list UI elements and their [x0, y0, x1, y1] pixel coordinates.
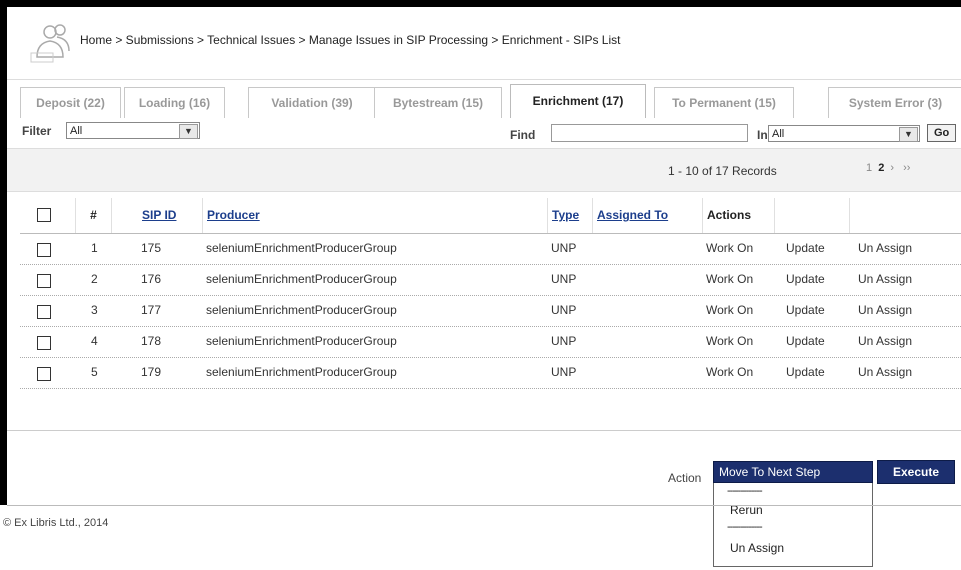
row-producer: seleniumEnrichmentProducerGroup	[206, 241, 397, 255]
filter-select-value: All	[70, 125, 83, 137]
records-bar	[7, 148, 961, 192]
tab-to-permanent[interactable]: To Permanent (15)	[654, 87, 794, 118]
row-number: 4	[91, 334, 98, 348]
users-icon	[30, 24, 70, 63]
option-unassign[interactable]: Un Assign	[730, 541, 784, 555]
col-sip-id[interactable]: SIP ID	[111, 198, 202, 233]
table-row: 3 177 seleniumEnrichmentProducerGroup UN…	[20, 296, 961, 327]
work-on-link[interactable]: Work On	[706, 334, 753, 348]
page-2-current: 2	[878, 162, 885, 174]
next-page-icon[interactable]: ›	[890, 162, 894, 174]
work-on-link[interactable]: Work On	[706, 272, 753, 286]
row-type: UNP	[551, 334, 577, 348]
col-number: #	[75, 198, 111, 233]
update-link[interactable]: Update	[786, 365, 825, 379]
tab-validation[interactable]: Validation (39)	[248, 87, 376, 118]
update-link[interactable]: Update	[786, 303, 825, 317]
unassign-link[interactable]: Un Assign	[858, 272, 912, 286]
breadcrumb[interactable]: Home > Submissions > Technical Issues > …	[80, 33, 620, 47]
select-all-checkbox[interactable]	[37, 208, 51, 222]
table-bottom-divider	[7, 430, 961, 431]
action-label: Action	[668, 471, 702, 485]
row-producer: seleniumEnrichmentProducerGroup	[206, 272, 397, 286]
row-producer: seleniumEnrichmentProducerGroup	[206, 365, 397, 379]
go-button[interactable]: Go	[927, 124, 957, 142]
row-type: UNP	[551, 241, 577, 255]
pagination: 1 2 › ››	[866, 162, 910, 174]
row-type: UNP	[551, 365, 577, 379]
update-link[interactable]: Update	[786, 272, 825, 286]
row-type: UNP	[551, 303, 577, 317]
row-type: UNP	[551, 272, 577, 286]
row-sip-id: 175	[141, 241, 162, 255]
in-select-value: All	[772, 128, 785, 140]
last-page-icon[interactable]: ››	[903, 162, 910, 174]
col-actions: Actions	[702, 198, 774, 233]
find-label: Find	[510, 128, 536, 142]
col-assigned-to[interactable]: Assigned To	[592, 198, 702, 233]
tab-loading[interactable]: Loading (16)	[124, 87, 225, 118]
row-producer: seleniumEnrichmentProducerGroup	[206, 303, 397, 317]
find-input[interactable]	[551, 124, 748, 142]
row-sip-id: 179	[141, 365, 162, 379]
work-on-link[interactable]: Work On	[706, 241, 753, 255]
unassign-link[interactable]: Un Assign	[858, 303, 912, 317]
unassign-link[interactable]: Un Assign	[858, 365, 912, 379]
tab-deposit[interactable]: Deposit (22)	[20, 87, 121, 118]
col-type[interactable]: Type	[547, 198, 592, 233]
row-checkbox[interactable]	[37, 274, 51, 288]
chevron-down-icon: ▼	[899, 127, 918, 142]
in-select[interactable]: All ▼	[768, 125, 920, 142]
row-number: 3	[91, 303, 98, 317]
row-checkbox[interactable]	[37, 336, 51, 350]
col-actions-2	[774, 198, 849, 233]
row-number: 5	[91, 365, 98, 379]
select-all-cell	[20, 198, 75, 233]
unassign-link[interactable]: Un Assign	[858, 334, 912, 348]
header-divider	[7, 79, 961, 80]
table-row: 5 179 seleniumEnrichmentProducerGroup UN…	[20, 358, 961, 389]
row-checkbox[interactable]	[37, 243, 51, 257]
update-link[interactable]: Update	[786, 241, 825, 255]
col-producer[interactable]: Producer	[202, 198, 547, 233]
option-separator: -------------	[727, 521, 763, 533]
window-frame-left	[0, 0, 7, 505]
work-on-link[interactable]: Work On	[706, 365, 753, 379]
records-count: 1 - 10 of 17 Records	[668, 164, 777, 178]
row-sip-id: 176	[141, 272, 162, 286]
table-row: 2 176 seleniumEnrichmentProducerGroup UN…	[20, 265, 961, 296]
action-select[interactable]: Move To Next Step	[713, 461, 873, 483]
filter-label: Filter	[22, 124, 52, 138]
page-1-link[interactable]: 1	[866, 162, 872, 174]
row-number: 2	[91, 272, 98, 286]
row-checkbox[interactable]	[37, 305, 51, 319]
option-separator: -------------	[727, 485, 763, 497]
copyright-text: © Ex Libris Ltd., 2014	[3, 517, 109, 529]
chevron-down-icon: ▼	[179, 124, 198, 139]
action-dropdown-list: ------------- Rerun ------------- Un Ass…	[713, 483, 873, 567]
tab-system-error[interactable]: System Error (3)	[828, 87, 961, 118]
table-row: 1 175 seleniumEnrichmentProducerGroup UN…	[20, 234, 961, 265]
footer-divider	[7, 505, 961, 506]
window-frame-top	[0, 0, 961, 7]
in-label: In	[757, 128, 768, 142]
table-header: # SIP ID Producer Type Assigned To Actio…	[20, 198, 961, 234]
work-on-link[interactable]: Work On	[706, 303, 753, 317]
table-row: 4 178 seleniumEnrichmentProducerGroup UN…	[20, 327, 961, 358]
unassign-link[interactable]: Un Assign	[858, 241, 912, 255]
update-link[interactable]: Update	[786, 334, 825, 348]
filter-select[interactable]: All ▼	[66, 122, 200, 139]
tab-bytestream[interactable]: Bytestream (15)	[374, 87, 502, 118]
execute-button[interactable]: Execute	[877, 460, 955, 484]
row-sip-id: 178	[141, 334, 162, 348]
row-number: 1	[91, 241, 98, 255]
tab-enrichment[interactable]: Enrichment (17)	[510, 84, 646, 118]
row-producer: seleniumEnrichmentProducerGroup	[206, 334, 397, 348]
col-actions-3	[849, 198, 961, 233]
row-sip-id: 177	[141, 303, 162, 317]
row-checkbox[interactable]	[37, 367, 51, 381]
